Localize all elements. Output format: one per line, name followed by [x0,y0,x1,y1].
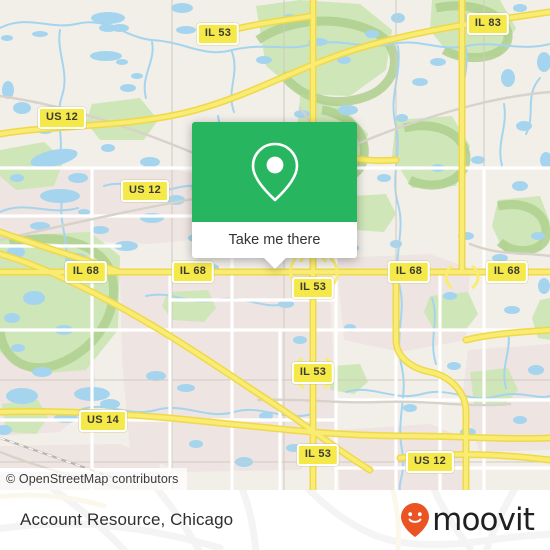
road-shield: IL 68 [171,261,215,283]
road-shield: US 14 [78,410,128,432]
road-shield: US 12 [120,180,170,202]
location-popup[interactable]: Take me there [192,122,357,269]
road-shield: US 12 [37,107,87,129]
footer-bar: Account Resource, Chicago moovit [0,490,550,550]
map-pin-icon [251,142,298,202]
place-title: Account Resource, Chicago [20,510,234,529]
road-shield: US 12 [405,451,455,473]
take-me-there-label: Take me there [228,232,321,248]
attribution-text: © OpenStreetMap contributors [6,472,179,486]
road-shield: IL 68 [64,261,108,283]
popup-footer[interactable]: Take me there [192,222,357,269]
road-shield: IL 68 [387,261,431,283]
road-shield: IL 68 [485,261,529,283]
road-shield: IL 83 [466,13,510,35]
map-canvas[interactable]: IL 53 IL 83 US 12 US 12 IL 68 IL 68 IL 6… [0,0,550,490]
road-shield: IL 53 [196,23,240,45]
road-shield: IL 53 [291,362,335,384]
moovit-map-card: IL 53 IL 83 US 12 US 12 IL 68 IL 68 IL 6… [0,0,550,550]
road-shield: IL 53 [296,444,340,466]
popup-header [192,122,357,222]
popup-tail-arrow [263,258,286,269]
map-attribution[interactable]: © OpenStreetMap contributors [0,468,187,490]
road-shield: IL 53 [291,277,335,299]
moovit-logo[interactable]: moovit [400,501,535,538]
moovit-wordmark: moovit [432,501,535,538]
moovit-smiley-pin-icon [401,503,430,537]
